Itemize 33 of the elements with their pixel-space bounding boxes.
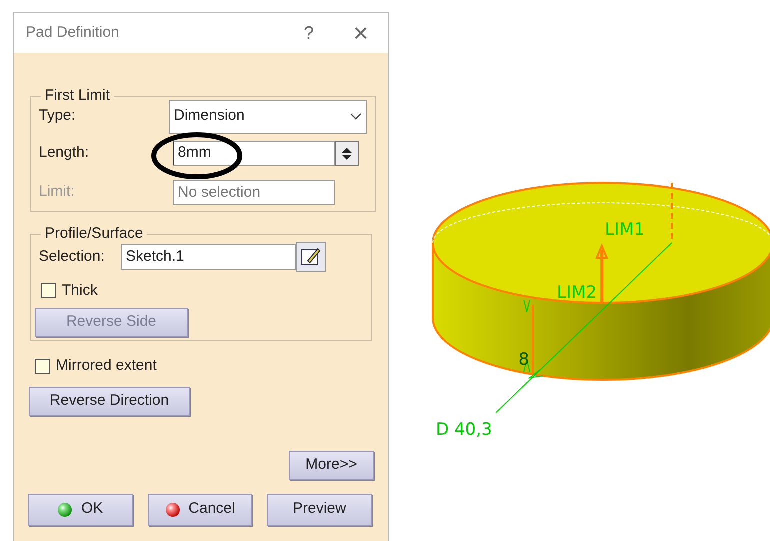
field-label: Selection: xyxy=(39,246,106,267)
sketch-button[interactable] xyxy=(296,242,326,272)
dimension-label: LIM1 xyxy=(605,220,645,240)
checkbox[interactable] xyxy=(41,283,56,298)
window-title: Pad Definition xyxy=(26,22,120,43)
group-title: First Limit xyxy=(44,86,111,106)
dimension-label: LIM2 xyxy=(557,283,597,303)
more-button[interactable]: More>> xyxy=(289,450,374,480)
ball-icon xyxy=(164,502,181,518)
chevron-down-icon xyxy=(350,112,362,120)
spinner-button[interactable] xyxy=(335,141,359,166)
ok-button[interactable]: OK xyxy=(28,494,133,526)
checkbox-label: Mirrored extent xyxy=(56,356,157,376)
length-field[interactable]: 8mm xyxy=(173,141,335,166)
help-button[interactable]: ? xyxy=(294,20,324,46)
checkbox[interactable] xyxy=(35,358,50,374)
up-arrow-icon xyxy=(342,148,352,152)
close-button[interactable]: × xyxy=(346,20,376,46)
type-dropdown[interactable]: Dimension xyxy=(169,100,367,134)
field-label: Type: xyxy=(39,106,77,126)
field-label: Limit: xyxy=(39,182,76,202)
ball-icon xyxy=(57,502,74,518)
pencil-icon xyxy=(300,246,322,268)
reverse-direction-button[interactable]: Reverse Direction xyxy=(29,386,190,416)
preview-button[interactable]: Preview xyxy=(267,494,372,526)
selection-field[interactable]: Sketch.1 xyxy=(121,244,296,270)
group-title: Profile/Surface xyxy=(44,224,144,244)
dimension-label: 8 xyxy=(518,350,530,370)
cancel-button[interactable]: Cancel xyxy=(148,494,252,526)
down-arrow-icon xyxy=(342,154,352,160)
dimension-label: D 40,3 xyxy=(436,420,492,440)
checkbox-label: Thick xyxy=(62,280,98,300)
field-label: Length: xyxy=(39,143,90,164)
